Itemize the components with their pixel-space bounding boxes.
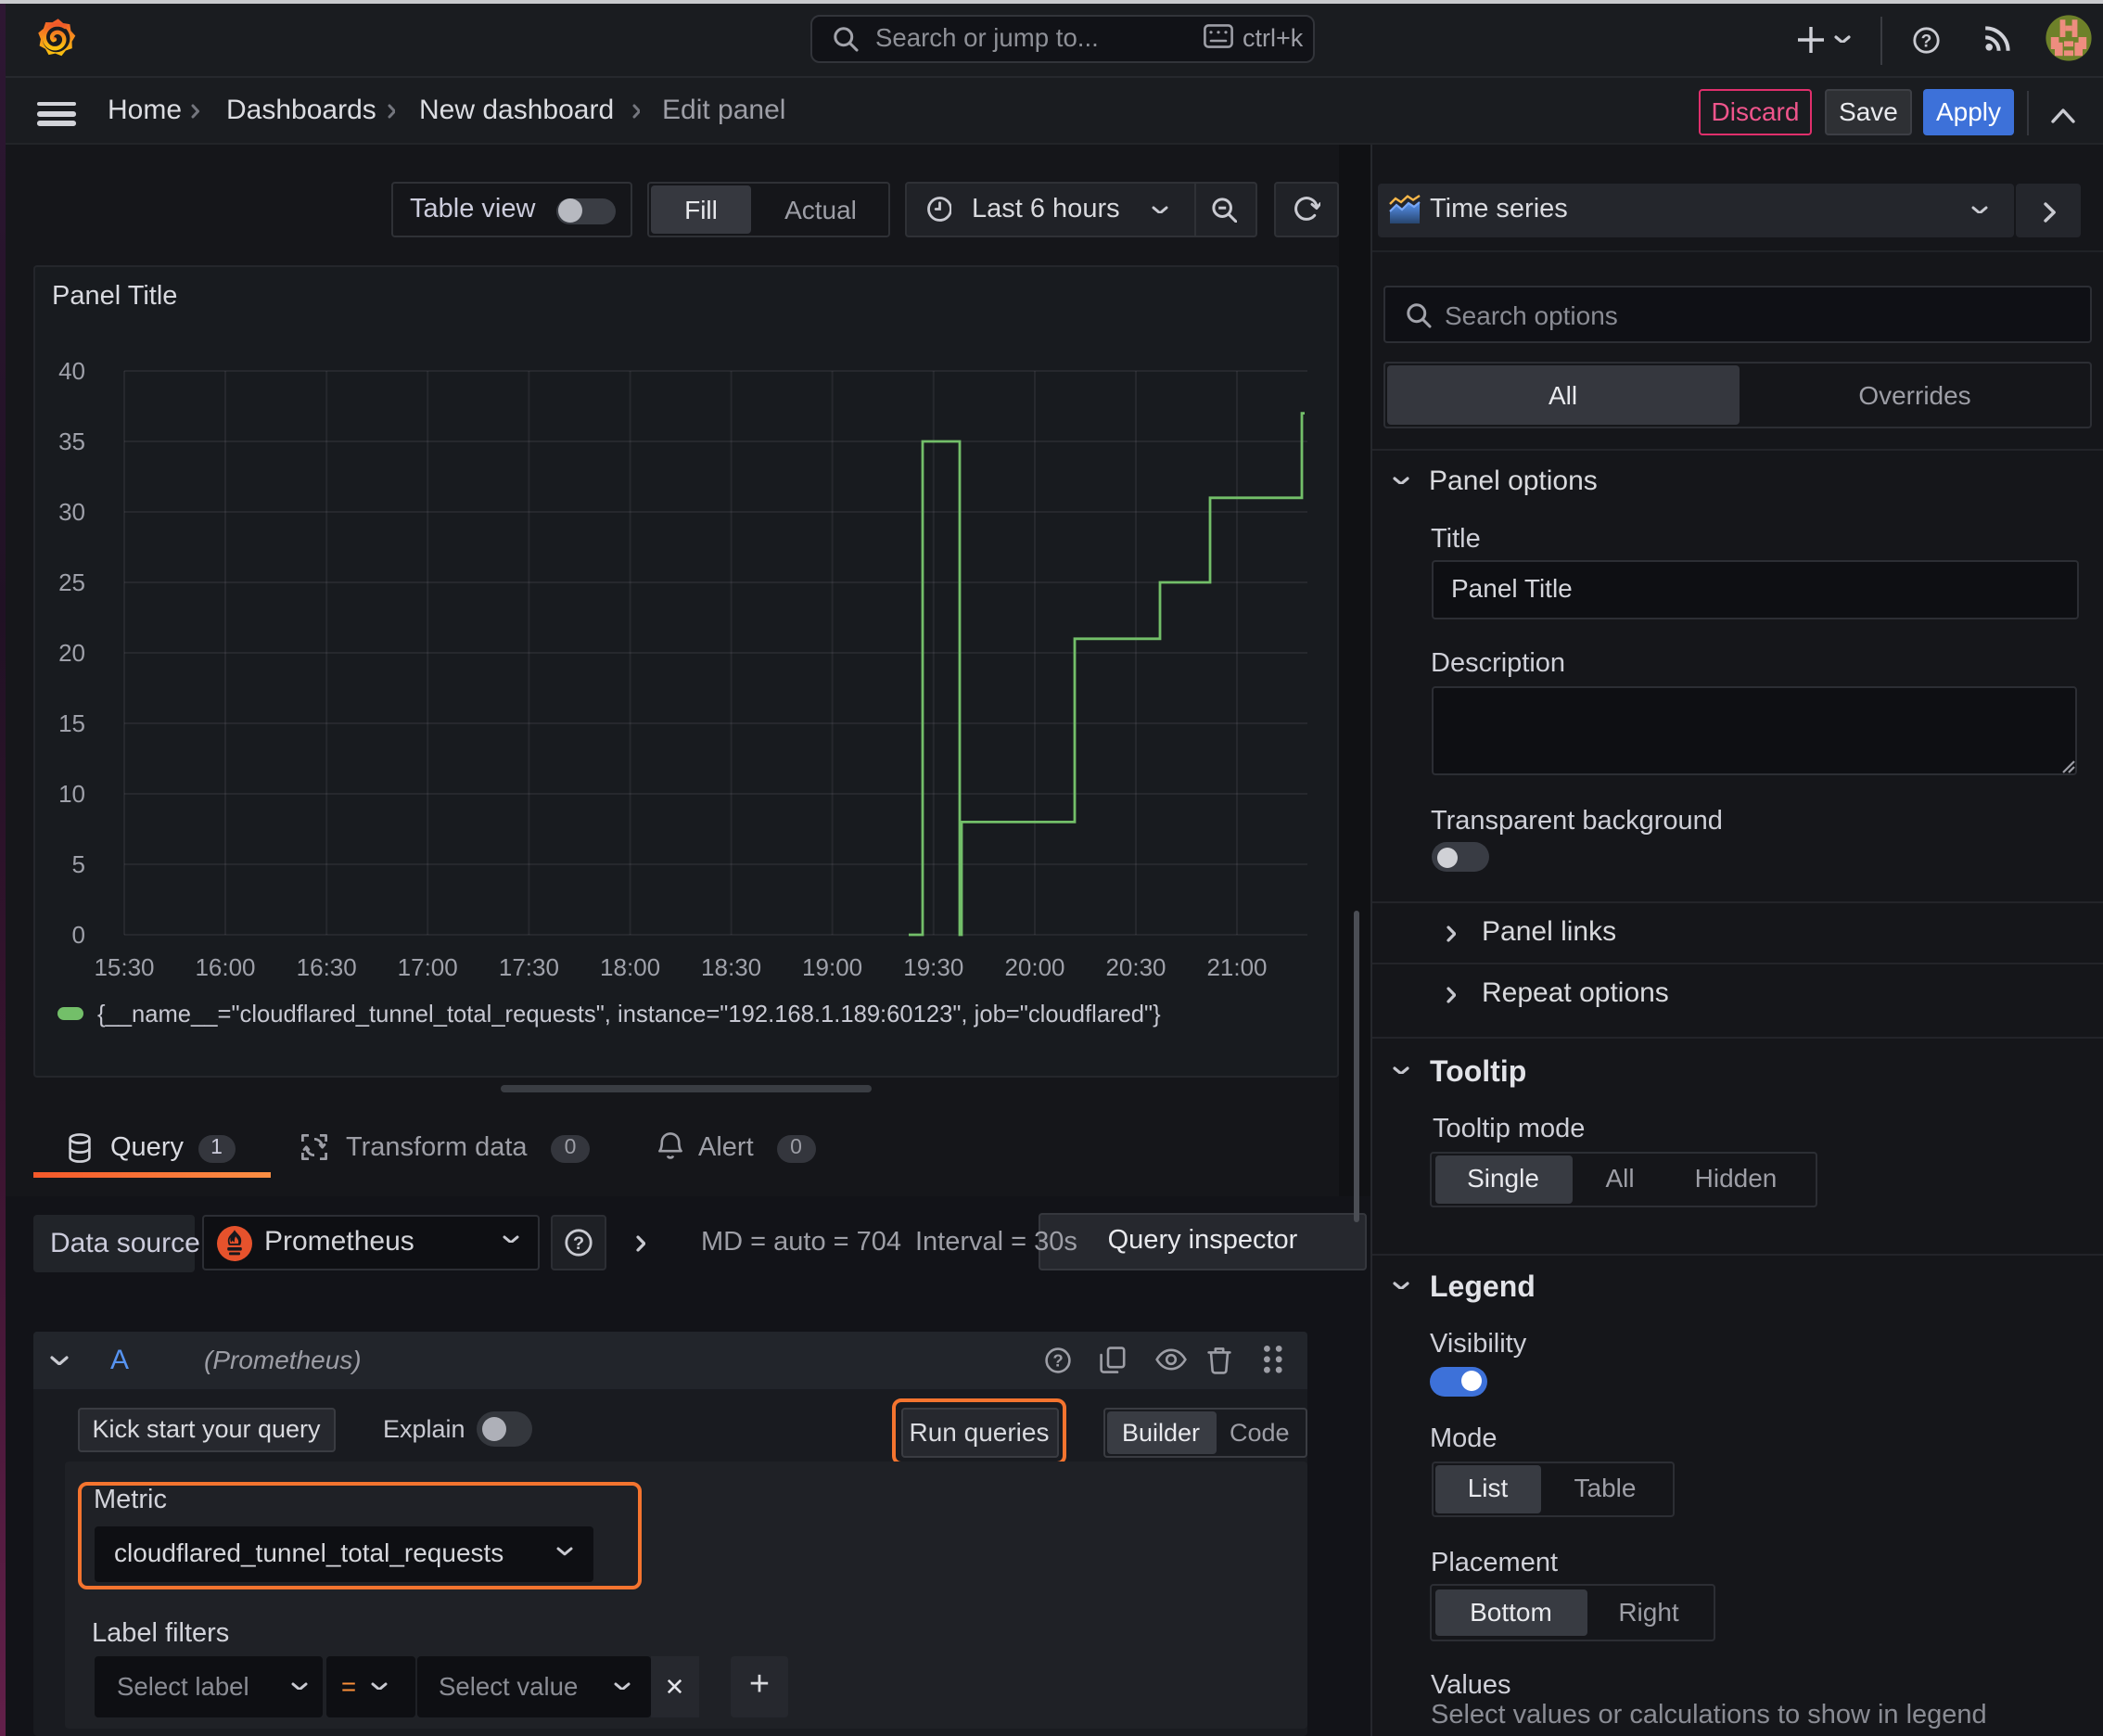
svg-text:10: 10 [58,780,85,808]
svg-text:21:00: 21:00 [1206,953,1267,981]
svg-text:?: ? [572,1233,583,1254]
svg-text:19:30: 19:30 [903,953,963,981]
svg-text:15: 15 [58,709,85,737]
svg-text:30: 30 [58,498,85,526]
svg-text:20:30: 20:30 [1105,953,1166,981]
svg-text:35: 35 [58,428,85,455]
svg-text:17:00: 17:00 [398,953,458,981]
svg-text:40: 40 [58,357,85,385]
svg-text:18:30: 18:30 [701,953,761,981]
svg-text:19:00: 19:00 [802,953,862,981]
svg-text:16:00: 16:00 [195,953,255,981]
svg-text:25: 25 [58,568,85,596]
svg-text:0: 0 [72,921,85,949]
svg-text:15:30: 15:30 [94,953,154,981]
svg-text:?: ? [1920,31,1931,50]
svg-text:20:00: 20:00 [1004,953,1064,981]
svg-text:17:30: 17:30 [499,953,559,981]
svg-text:5: 5 [72,850,85,878]
svg-text:20: 20 [58,639,85,667]
svg-text:18:00: 18:00 [600,953,660,981]
svg-text:?: ? [1052,1350,1062,1370]
svg-text:16:30: 16:30 [297,953,357,981]
